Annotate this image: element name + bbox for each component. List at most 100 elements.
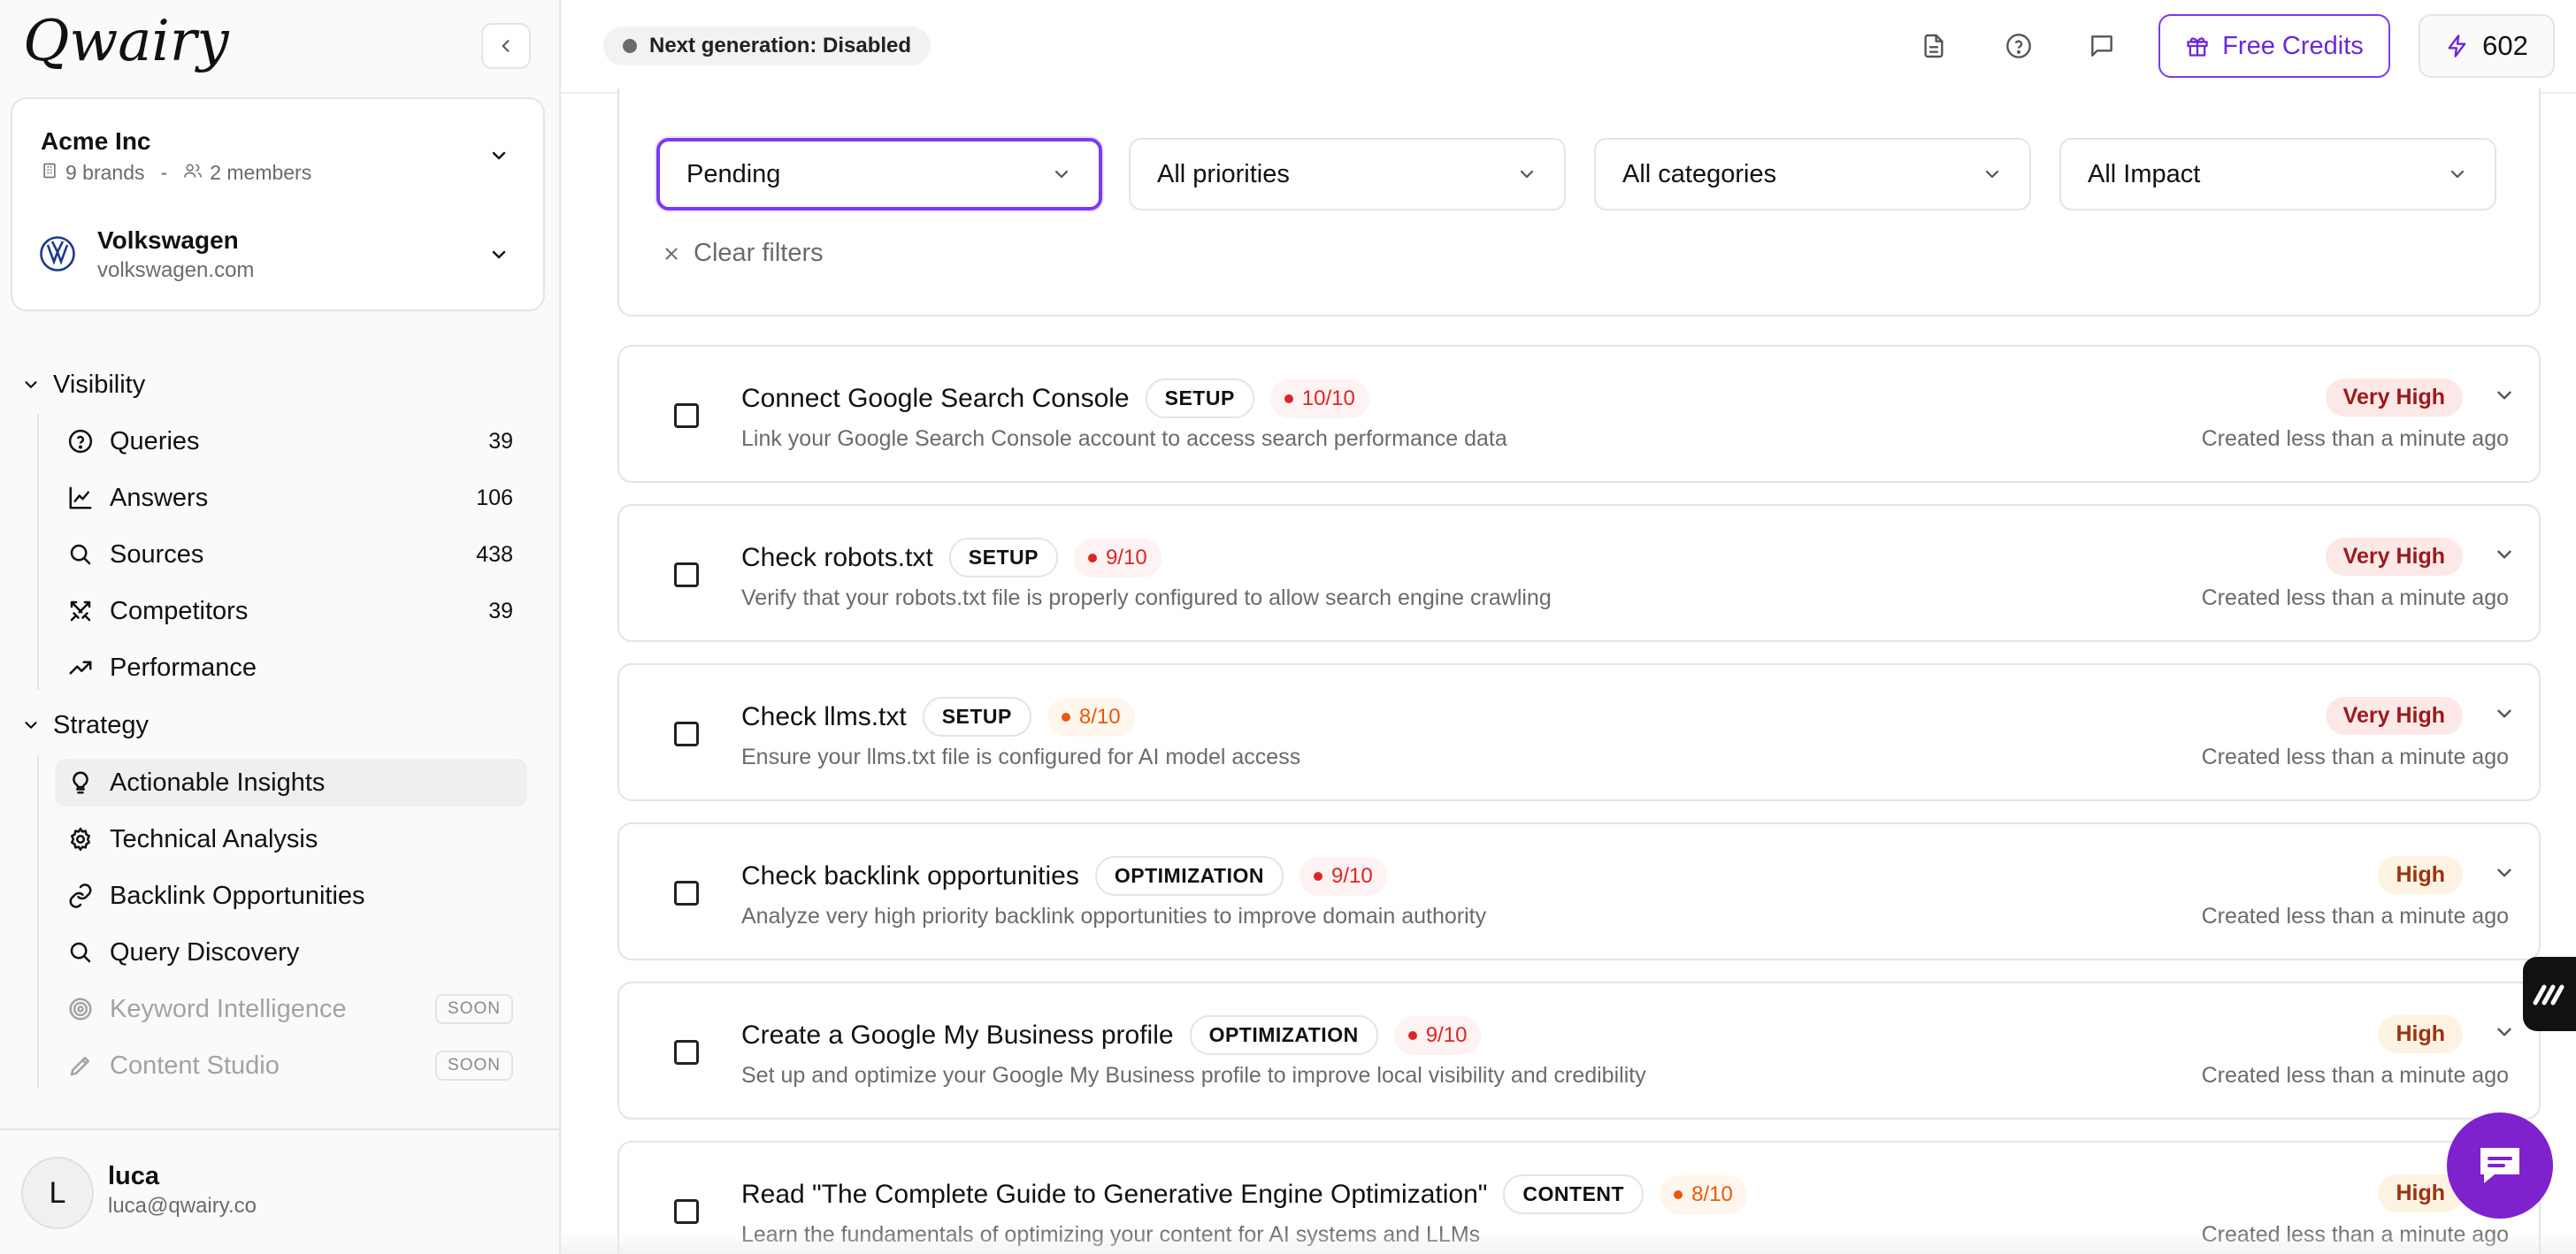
user-profile[interactable]: L luca luca@qwairy.co (0, 1128, 559, 1254)
category-tag: SETUP (1145, 378, 1254, 418)
nav-section-label: Visibility (53, 370, 146, 399)
clear-filters-button[interactable]: Clear filters (662, 239, 824, 268)
help-circle-icon[interactable] (2001, 28, 2036, 64)
insight-checkbox[interactable] (674, 1040, 699, 1065)
category-filter-value: All categories (1622, 159, 1777, 188)
search-icon (65, 539, 96, 570)
sidebar-item-content-studio[interactable]: Content Studio SOON (55, 1042, 527, 1090)
clear-filters-label: Clear filters (694, 239, 824, 267)
help-circle-icon (65, 426, 96, 456)
chevron-down-icon[interactable] (2493, 1021, 2516, 1044)
sidebar-item-backlink-opportunities[interactable]: Backlink Opportunities (55, 872, 527, 920)
sidebar-item-query-discovery[interactable]: Query Discovery (55, 929, 527, 976)
chevron-down-icon[interactable] (2493, 861, 2516, 884)
chevron-down-icon[interactable] (2493, 543, 2516, 566)
category-tag: OPTIMIZATION (1189, 1015, 1378, 1055)
org-member-count: 2 members (210, 161, 312, 184)
priority-score-value: 8/10 (1078, 704, 1121, 729)
sidebar-item-queries[interactable]: Queries 39 (55, 417, 527, 465)
sidebar-item-keyword-intelligence[interactable]: Keyword Intelligence SOON (55, 985, 527, 1033)
sidebar-item-label: Queries (110, 426, 200, 455)
priority-score-value: 9/10 (1105, 545, 1147, 570)
chevron-down-icon[interactable] (2493, 702, 2516, 725)
message-icon[interactable] (2084, 28, 2120, 64)
chevron-down-icon (1051, 164, 1072, 185)
sidebar-item-sources[interactable]: Sources 438 (55, 531, 527, 578)
insight-card[interactable]: Check llms.txt SETUP 8/10 Ensure your ll… (617, 663, 2541, 801)
insight-checkbox[interactable] (674, 403, 699, 428)
insight-card[interactable]: Check robots.txt SETUP 9/10 Verify that … (617, 504, 2541, 642)
lightbulb-icon (65, 768, 96, 798)
insight-checkbox[interactable] (674, 1199, 699, 1224)
insight-description: Verify that your robots.txt file is prop… (741, 585, 1552, 610)
score-dot (1087, 553, 1097, 562)
chevron-down-icon[interactable] (2493, 384, 2516, 407)
chevron-down-icon (21, 375, 41, 394)
priority-filter-select[interactable]: All priorities (1129, 138, 1566, 210)
widget-logo-icon (2532, 982, 2567, 1006)
chevron-down-icon[interactable] (488, 244, 510, 265)
generation-status-badge: Next generation: Disabled (603, 27, 932, 65)
created-timestamp: Created less than a minute ago (2201, 1063, 2509, 1088)
chevron-down-icon[interactable] (488, 145, 510, 166)
chat-launcher-button[interactable] (2447, 1113, 2553, 1219)
nav-section-strategy[interactable]: Strategy (21, 703, 149, 747)
insight-description: Set up and optimize your Google My Busin… (741, 1063, 1646, 1088)
insight-description: Link your Google Search Console account … (741, 426, 1507, 451)
top-bar: Next generation: Disabled Free Credits 6… (561, 0, 2576, 94)
scroll-fade (561, 1229, 2576, 1254)
org-name[interactable]: Acme Inc (41, 127, 151, 156)
sidebar-item-label: Performance (110, 653, 257, 682)
qwairy-logo[interactable]: Qwairy (21, 11, 242, 85)
collapse-sidebar-button[interactable] (481, 23, 531, 69)
priority-filter-value: All priorities (1157, 159, 1290, 188)
status-filter-value: Pending (686, 159, 781, 188)
document-icon[interactable] (1916, 28, 1951, 64)
credit-balance-button[interactable]: 602 (2419, 14, 2555, 78)
sidebar-item-answers[interactable]: Answers 106 (55, 474, 527, 522)
insight-checkbox[interactable] (674, 562, 699, 587)
status-filter-select[interactable]: Pending (656, 138, 1102, 210)
insight-title: Create a Google My Business profile (741, 1020, 1174, 1050)
impact-badge: Very High (2325, 697, 2463, 735)
brand-name[interactable]: Volkswagen (97, 226, 239, 255)
chevron-down-icon (2447, 164, 2468, 185)
insight-card[interactable]: Connect Google Search Console SETUP 10/1… (617, 345, 2541, 483)
sidebar-item-performance[interactable]: Performance (55, 644, 527, 692)
insight-card[interactable]: Check backlink opportunities OPTIMIZATIO… (617, 822, 2541, 960)
priority-score-value: 10/10 (1301, 386, 1355, 410)
score-dot (1314, 871, 1322, 881)
category-filter-select[interactable]: All categories (1594, 138, 2031, 210)
insight-title: Check robots.txt (741, 542, 933, 572)
insight-card[interactable]: Create a Google My Business profile OPTI… (617, 982, 2541, 1120)
sidebar-item-label: Answers (110, 483, 209, 512)
nav-section-visibility[interactable]: Visibility (21, 363, 145, 407)
insight-title: Connect Google Search Console (741, 383, 1130, 413)
priority-score-value: 9/10 (1331, 863, 1373, 888)
line-chart-icon (65, 483, 96, 513)
sidebar: Qwairy Acme Inc 9 brands - 2 members Vol… (0, 0, 561, 1254)
sidebar-item-technical-analysis[interactable]: Technical Analysis (55, 815, 527, 863)
insight-checkbox[interactable] (674, 881, 699, 906)
free-credits-button[interactable]: Free Credits (2158, 14, 2390, 78)
user-name: luca (108, 1162, 160, 1190)
sidebar-item-actionable-insights[interactable]: Actionable Insights (55, 759, 527, 807)
insight-checkbox[interactable] (674, 722, 699, 746)
chevron-down-icon (1982, 164, 2003, 185)
priority-score-badge: 10/10 (1269, 378, 1369, 418)
sidebar-item-label: Keyword Intelligence (110, 994, 347, 1023)
impact-badge: High (2378, 856, 2463, 894)
side-widget-tab[interactable] (2523, 957, 2576, 1031)
building-icon (41, 161, 58, 185)
sidebar-item-competitors[interactable]: Competitors 39 (55, 587, 527, 635)
sidebar-item-label: Technical Analysis (110, 824, 318, 853)
insight-description: Analyze very high priority backlink oppo… (741, 904, 1487, 929)
score-dot (1407, 1030, 1417, 1040)
link-icon (65, 881, 96, 911)
impact-filter-select[interactable]: All Impact (2059, 138, 2496, 210)
trending-up-icon (65, 653, 96, 683)
category-tag: SETUP (922, 697, 1031, 737)
org-meta-separator: - (160, 161, 168, 184)
created-timestamp: Created less than a minute ago (2201, 904, 2509, 929)
user-email: luca@qwairy.co (108, 1194, 257, 1218)
